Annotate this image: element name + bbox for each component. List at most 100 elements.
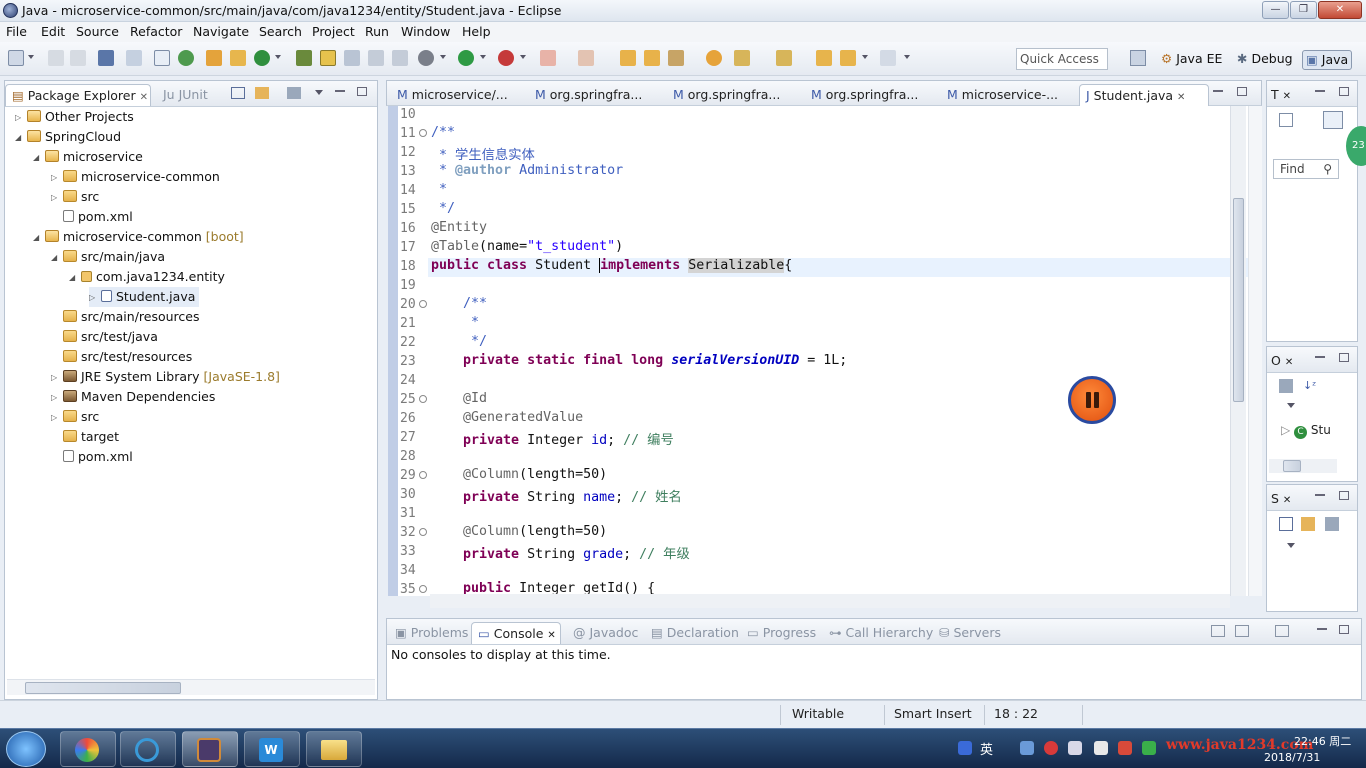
tab-outline[interactable]: O ✕ (1267, 350, 1297, 372)
fold-icon[interactable] (419, 395, 427, 403)
task-find-input[interactable]: Find ⚲ (1273, 159, 1339, 179)
tree-item[interactable]: ▷ microservice-common (51, 167, 220, 187)
expand-toggle-icon[interactable]: ▷ (51, 408, 59, 428)
menu-file[interactable]: File (6, 24, 27, 39)
editor-tab-2[interactable]: M org.springfra... (529, 84, 648, 106)
display-console-icon[interactable] (1235, 625, 1249, 637)
fold-icon[interactable] (419, 528, 427, 536)
tab-call-hierarchy[interactable]: ⊶ Call Hierarchy (823, 622, 939, 644)
minimize-view-icon[interactable] (1315, 493, 1325, 496)
terminate-icon[interactable] (578, 50, 594, 66)
menu-search[interactable]: Search (259, 24, 302, 39)
close-icon[interactable]: ✕ (1285, 357, 1293, 368)
tree-item[interactable]: ▷ JRE System Library [JavaSE-1.8] (51, 367, 280, 387)
taskbar-app-qq[interactable] (120, 731, 176, 767)
external-tools-icon[interactable] (392, 50, 408, 66)
perspective-debug[interactable]: ✱ Debug (1234, 50, 1296, 70)
expand-toggle-icon[interactable]: ◢ (33, 148, 41, 168)
tree-item[interactable]: pom.xml (51, 207, 133, 227)
collapse-all-icon[interactable] (231, 87, 245, 99)
coverage-icon[interactable] (498, 50, 514, 66)
debug-dropdown-icon[interactable] (440, 55, 446, 59)
perspective-java[interactable]: ▣ Java (1302, 50, 1353, 70)
tab-progress[interactable]: ▭ Progress (741, 622, 822, 644)
next-annotation-icon[interactable] (734, 50, 750, 66)
new-dropdown-icon[interactable] (28, 55, 34, 59)
build-icon[interactable] (178, 50, 194, 66)
maximize-button[interactable]: ❐ (1290, 1, 1317, 19)
expand-toggle-icon[interactable]: ▷ (15, 108, 23, 128)
close-icon[interactable]: ✕ (1177, 92, 1185, 103)
new-icon[interactable] (8, 50, 24, 66)
maximize-console-icon[interactable] (1339, 625, 1349, 634)
tree-item[interactable]: target (51, 427, 119, 447)
close-button[interactable]: ✕ (1318, 1, 1362, 19)
tab-s-view[interactable]: S ✕ (1267, 488, 1295, 510)
focus-icon[interactable] (1325, 517, 1339, 531)
tray-date[interactable]: 2018/7/31 (1264, 751, 1320, 764)
link-icon[interactable] (1301, 517, 1315, 531)
maximize-view-icon[interactable] (357, 87, 367, 96)
tab-declaration[interactable]: ▤ Declaration (645, 622, 745, 644)
minimize-view-icon[interactable] (1315, 89, 1325, 92)
open-type-icon[interactable] (126, 50, 142, 66)
last-edit-icon[interactable] (816, 50, 832, 66)
fold-icon[interactable] (419, 300, 427, 308)
expand-toggle-icon[interactable]: ◢ (69, 268, 77, 288)
link-editor-icon[interactable] (255, 87, 269, 99)
editor-tab-5[interactable]: M microservice-... (941, 84, 1064, 106)
expand-toggle-icon[interactable]: ◢ (33, 228, 41, 248)
minimize-editor-icon[interactable] (1213, 89, 1223, 92)
focus-task-icon[interactable] (287, 87, 301, 99)
tree-item[interactable]: pom.xml (51, 447, 133, 467)
forward-nav-icon[interactable] (880, 50, 896, 66)
pause-recording-icon[interactable] (1068, 376, 1116, 424)
open-package-icon[interactable] (644, 50, 660, 66)
minimize-button[interactable]: — (1262, 1, 1289, 19)
tree-item[interactable]: ▷ src (51, 407, 99, 427)
tray-security-icon[interactable] (1044, 741, 1058, 755)
tree-item[interactable]: ◢ SpringCloud (15, 127, 121, 147)
editor-tab-student-java[interactable]: J Student.java ✕ (1079, 84, 1209, 106)
view-menu-icon[interactable] (315, 90, 323, 95)
close-icon[interactable]: ✕ (1283, 91, 1291, 102)
open-folder-icon[interactable] (620, 50, 636, 66)
tab-problems[interactable]: ▣ Problems (389, 622, 474, 644)
close-icon[interactable]: ✕ (547, 630, 555, 641)
menu-run[interactable]: Run (365, 24, 389, 39)
highlight-icon[interactable] (320, 50, 336, 66)
new-java-project-icon[interactable] (230, 50, 246, 66)
tree-item[interactable]: ◢ src/main/java (51, 247, 165, 267)
tray-shield-icon[interactable] (1142, 741, 1156, 755)
taskbar-app-explorer[interactable] (306, 731, 362, 767)
expand-toggle-icon[interactable]: ▷ (89, 288, 97, 308)
stop-icon[interactable] (540, 50, 556, 66)
maximize-view-icon[interactable] (1339, 353, 1349, 362)
outline-item-student[interactable]: ▷ C Stu (1281, 423, 1331, 439)
tree-item[interactable]: ▷ Student.java (89, 287, 200, 308)
quick-access-input[interactable]: Quick Access (1016, 48, 1108, 70)
code-editor[interactable]: 10 11 12 13 14 15 16 17 18 19 20 21 22 23 24 25 26 27 28 29… (388, 106, 1248, 596)
minimize-view-icon[interactable] (1315, 355, 1325, 358)
debug-settings-icon[interactable] (418, 50, 434, 66)
minimize-view-icon[interactable] (335, 89, 345, 92)
fold-icon[interactable] (419, 471, 427, 479)
tab-servers[interactable]: ⛁ Servers (933, 622, 1007, 644)
menu-source[interactable]: Source (76, 24, 119, 39)
previous-annotation-icon[interactable] (776, 50, 792, 66)
expand-toggle-icon[interactable]: ▷ (51, 368, 59, 388)
run-icon[interactable] (458, 50, 474, 66)
tray-ime-icon[interactable] (958, 741, 972, 755)
editor-tab-1[interactable]: M microservice/... (391, 84, 514, 106)
tray-app-icon[interactable] (1118, 741, 1132, 755)
status-insert-mode[interactable]: Smart Insert (894, 706, 972, 721)
tab-task-list[interactable]: T ✕ (1267, 84, 1295, 106)
editor-vscrollbar[interactable] (1230, 106, 1246, 596)
coverage-dropdown-icon[interactable] (520, 55, 526, 59)
tray-display-icon[interactable] (1094, 741, 1108, 755)
tab-javadoc[interactable]: @ Javadoc (567, 622, 644, 644)
back-dropdown-icon[interactable] (862, 55, 868, 59)
open-perspective-icon[interactable] (1130, 50, 1146, 66)
run-dropdown-icon[interactable] (480, 55, 486, 59)
expand-toggle-icon[interactable]: ▷ (51, 168, 59, 188)
